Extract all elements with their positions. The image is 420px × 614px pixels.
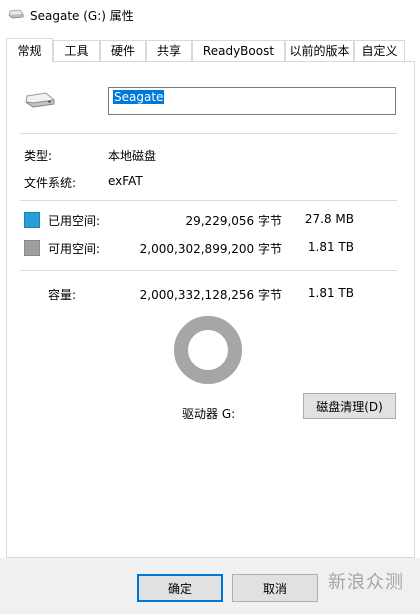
capacity-label: 容量: bbox=[48, 288, 77, 302]
free-space-label: 可用空间: bbox=[48, 242, 101, 256]
tab-sharing[interactable]: 共享 bbox=[146, 40, 192, 61]
separator bbox=[20, 200, 397, 201]
drive-icon bbox=[8, 8, 24, 23]
free-space-bytes: 2,000,302,899,200 字节 bbox=[139, 242, 282, 256]
drive-name-input[interactable]: Seagate bbox=[108, 87, 396, 115]
filesystem-value: exFAT bbox=[108, 174, 143, 188]
used-space-bytes: 29,229,056 字节 bbox=[185, 214, 282, 228]
type-value: 本地磁盘 bbox=[108, 149, 157, 163]
used-space-label: 已用空间: bbox=[48, 214, 101, 228]
watermark: 新浪众测 bbox=[328, 572, 404, 593]
type-label: 类型: bbox=[24, 149, 53, 163]
used-space-size: 27.8 MB bbox=[304, 212, 354, 226]
tab-hardware[interactable]: 硬件 bbox=[100, 40, 146, 61]
tab-customize[interactable]: 自定义 bbox=[354, 40, 405, 61]
capacity-bytes: 2,000,332,128,256 字节 bbox=[139, 288, 282, 302]
drive-letter-label: 驱动器 G: bbox=[182, 407, 236, 421]
free-space-size: 1.81 TB bbox=[307, 240, 354, 254]
drive-large-icon bbox=[24, 90, 56, 113]
ok-button[interactable]: 确定 bbox=[137, 574, 223, 602]
drive-name-text: Seagate bbox=[113, 90, 165, 104]
tab-bar: 常规 工具 硬件 共享 ReadyBoost 以前的版本 自定义 bbox=[6, 38, 416, 62]
used-space-swatch bbox=[24, 212, 40, 228]
tab-previous-versions[interactable]: 以前的版本 bbox=[285, 40, 354, 61]
disk-usage-donut bbox=[174, 316, 242, 384]
disk-cleanup-button[interactable]: 磁盘清理(D) bbox=[303, 393, 396, 419]
capacity-size: 1.81 TB bbox=[307, 286, 354, 300]
filesystem-label: 文件系统: bbox=[24, 176, 77, 190]
window-title: Seagate (G:) 属性 bbox=[30, 9, 134, 23]
general-panel bbox=[6, 61, 415, 558]
cancel-button[interactable]: 取消 bbox=[232, 574, 318, 602]
title-bar: Seagate (G:) 属性 bbox=[0, 0, 420, 30]
tab-tools[interactable]: 工具 bbox=[53, 40, 100, 61]
tab-general[interactable]: 常规 bbox=[6, 38, 53, 62]
tab-readyboost[interactable]: ReadyBoost bbox=[192, 40, 285, 61]
free-space-swatch bbox=[24, 240, 40, 256]
separator bbox=[20, 133, 397, 134]
separator bbox=[20, 270, 397, 271]
